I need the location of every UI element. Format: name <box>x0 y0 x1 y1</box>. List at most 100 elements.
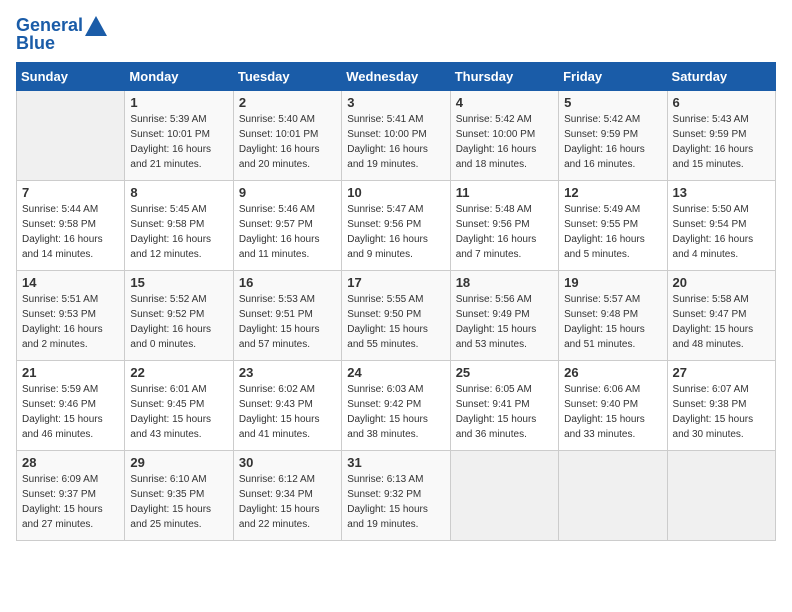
header-cell-saturday: Saturday <box>667 62 775 90</box>
day-number: 20 <box>673 275 770 290</box>
calendar-cell: 8Sunrise: 5:45 AM Sunset: 9:58 PM Daylig… <box>125 180 233 270</box>
week-row-0: 1 Sunrise: 5:39 AM Sunset: 10:01 PM Dayli… <box>17 90 776 180</box>
day-number: 1 <box>130 95 227 110</box>
day-number: 18 <box>456 275 553 290</box>
header-cell-thursday: Thursday <box>450 62 558 90</box>
day-info: Sunrise: 6:13 AM Sunset: 9:32 PM Dayligh… <box>347 472 444 532</box>
day-number: 23 <box>239 365 336 380</box>
day-number: 5 <box>564 95 661 110</box>
day-number: 10 <box>347 185 444 200</box>
day-number: 14 <box>22 275 119 290</box>
day-info: Sunrise: 6:12 AM Sunset: 9:34 PM Dayligh… <box>239 472 336 532</box>
day-number: 22 <box>130 365 227 380</box>
day-info: Sunrise: 5:56 AM Sunset: 9:49 PM Dayligh… <box>456 292 553 352</box>
calendar-cell: 12Sunrise: 5:49 AM Sunset: 9:55 PM Dayli… <box>559 180 667 270</box>
day-info: Sunrise: 5:47 AM Sunset: 9:56 PM Dayligh… <box>347 202 444 262</box>
calendar-cell: 13 Sunrise: 5:50 AM Sunset: 9:54 PM Dayli… <box>667 180 775 270</box>
day-number: 6 <box>673 95 770 110</box>
calendar-cell: 27 Sunrise: 6:07 AM Sunset: 9:38 PM Dayli… <box>667 360 775 450</box>
week-row-3: 21 Sunrise: 5:59 AM Sunset: 9:46 PM Dayli… <box>17 360 776 450</box>
day-info: Sunrise: 5:40 AM Sunset: 10:01 PM Daylig… <box>239 112 336 172</box>
day-info: Sunrise: 5:49 AM Sunset: 9:55 PM Dayligh… <box>564 202 661 262</box>
calendar-cell: 20 Sunrise: 5:58 AM Sunset: 9:47 PM Dayli… <box>667 270 775 360</box>
calendar-cell: 15 Sunrise: 5:52 AM Sunset: 9:52 PM Dayli… <box>125 270 233 360</box>
calendar-cell <box>559 450 667 540</box>
day-number: 15 <box>130 275 227 290</box>
calendar-cell: 14 Sunrise: 5:51 AM Sunset: 9:53 PM Dayli… <box>17 270 125 360</box>
calendar-cell: 29 Sunrise: 6:10 AM Sunset: 9:35 PM Dayli… <box>125 450 233 540</box>
day-info: Sunrise: 5:48 AM Sunset: 9:56 PM Dayligh… <box>456 202 553 262</box>
week-row-4: 28 Sunrise: 6:09 AM Sunset: 9:37 PM Dayli… <box>17 450 776 540</box>
week-row-1: 7 Sunrise: 5:44 AM Sunset: 9:58 PM Daylig… <box>17 180 776 270</box>
day-info: Sunrise: 5:44 AM Sunset: 9:58 PM Dayligh… <box>22 202 119 262</box>
calendar-cell: 19 Sunrise: 5:57 AM Sunset: 9:48 PM Dayli… <box>559 270 667 360</box>
day-info: Sunrise: 5:59 AM Sunset: 9:46 PM Dayligh… <box>22 382 119 442</box>
day-info: Sunrise: 5:51 AM Sunset: 9:53 PM Dayligh… <box>22 292 119 352</box>
day-number: 28 <box>22 455 119 470</box>
calendar-cell: 16 Sunrise: 5:53 AM Sunset: 9:51 PM Dayli… <box>233 270 341 360</box>
day-number: 27 <box>673 365 770 380</box>
calendar-cell: 17Sunrise: 5:55 AM Sunset: 9:50 PM Dayli… <box>342 270 450 360</box>
day-info: Sunrise: 5:41 AM Sunset: 10:00 PM Daylig… <box>347 112 444 172</box>
calendar-table: SundayMondayTuesdayWednesdayThursdayFrid… <box>16 62 776 541</box>
day-info: Sunrise: 6:10 AM Sunset: 9:35 PM Dayligh… <box>130 472 227 532</box>
calendar-cell: 7 Sunrise: 5:44 AM Sunset: 9:58 PM Daylig… <box>17 180 125 270</box>
day-number: 8 <box>130 185 227 200</box>
day-number: 7 <box>22 185 119 200</box>
day-info: Sunrise: 6:09 AM Sunset: 9:37 PM Dayligh… <box>22 472 119 532</box>
day-number: 9 <box>239 185 336 200</box>
calendar-cell: 22Sunrise: 6:01 AM Sunset: 9:45 PM Dayli… <box>125 360 233 450</box>
calendar-cell: 24Sunrise: 6:03 AM Sunset: 9:42 PM Dayli… <box>342 360 450 450</box>
day-info: Sunrise: 5:39 AM Sunset: 10:01 PM Daylig… <box>130 112 227 172</box>
calendar-cell: 6 Sunrise: 5:43 AM Sunset: 9:59 PM Daylig… <box>667 90 775 180</box>
day-number: 2 <box>239 95 336 110</box>
calendar-cell: 10 Sunrise: 5:47 AM Sunset: 9:56 PM Dayli… <box>342 180 450 270</box>
calendar-cell: 5 Sunrise: 5:42 AM Sunset: 9:59 PM Daylig… <box>559 90 667 180</box>
calendar-body: 1 Sunrise: 5:39 AM Sunset: 10:01 PM Dayli… <box>17 90 776 540</box>
page: General Blue SundayMondayTuesdayWednesda… <box>0 0 792 612</box>
calendar-cell: 9 Sunrise: 5:46 AM Sunset: 9:57 PM Daylig… <box>233 180 341 270</box>
day-info: Sunrise: 6:07 AM Sunset: 9:38 PM Dayligh… <box>673 382 770 442</box>
day-number: 13 <box>673 185 770 200</box>
calendar-cell: 11 Sunrise: 5:48 AM Sunset: 9:56 PM Dayli… <box>450 180 558 270</box>
header-cell-wednesday: Wednesday <box>342 62 450 90</box>
calendar-cell: 21 Sunrise: 5:59 AM Sunset: 9:46 PM Dayli… <box>17 360 125 450</box>
day-info: Sunrise: 6:05 AM Sunset: 9:41 PM Dayligh… <box>456 382 553 442</box>
day-number: 25 <box>456 365 553 380</box>
day-info: Sunrise: 5:52 AM Sunset: 9:52 PM Dayligh… <box>130 292 227 352</box>
day-number: 26 <box>564 365 661 380</box>
day-info: Sunrise: 5:46 AM Sunset: 9:57 PM Dayligh… <box>239 202 336 262</box>
day-info: Sunrise: 5:43 AM Sunset: 9:59 PM Dayligh… <box>673 112 770 172</box>
calendar-cell: 3 Sunrise: 5:41 AM Sunset: 10:00 PM Dayli… <box>342 90 450 180</box>
day-number: 21 <box>22 365 119 380</box>
calendar-cell <box>667 450 775 540</box>
header: General Blue <box>16 10 776 54</box>
day-number: 11 <box>456 185 553 200</box>
day-number: 3 <box>347 95 444 110</box>
logo: General Blue <box>16 16 107 54</box>
header-cell-friday: Friday <box>559 62 667 90</box>
calendar-cell <box>450 450 558 540</box>
day-number: 16 <box>239 275 336 290</box>
day-number: 30 <box>239 455 336 470</box>
day-info: Sunrise: 5:50 AM Sunset: 9:54 PM Dayligh… <box>673 202 770 262</box>
calendar-cell: 4Sunrise: 5:42 AM Sunset: 10:00 PM Dayli… <box>450 90 558 180</box>
day-number: 29 <box>130 455 227 470</box>
day-info: Sunrise: 5:42 AM Sunset: 9:59 PM Dayligh… <box>564 112 661 172</box>
calendar-cell: 31 Sunrise: 6:13 AM Sunset: 9:32 PM Dayli… <box>342 450 450 540</box>
day-number: 19 <box>564 275 661 290</box>
day-info: Sunrise: 5:42 AM Sunset: 10:00 PM Daylig… <box>456 112 553 172</box>
calendar-cell: 2 Sunrise: 5:40 AM Sunset: 10:01 PM Dayli… <box>233 90 341 180</box>
day-info: Sunrise: 5:58 AM Sunset: 9:47 PM Dayligh… <box>673 292 770 352</box>
calendar-cell: 25 Sunrise: 6:05 AM Sunset: 9:41 PM Dayli… <box>450 360 558 450</box>
calendar-cell: 23 Sunrise: 6:02 AM Sunset: 9:43 PM Dayli… <box>233 360 341 450</box>
calendar-header: SundayMondayTuesdayWednesdayThursdayFrid… <box>17 62 776 90</box>
header-cell-monday: Monday <box>125 62 233 90</box>
week-row-2: 14 Sunrise: 5:51 AM Sunset: 9:53 PM Dayli… <box>17 270 776 360</box>
day-info: Sunrise: 5:53 AM Sunset: 9:51 PM Dayligh… <box>239 292 336 352</box>
day-number: 31 <box>347 455 444 470</box>
day-info: Sunrise: 6:03 AM Sunset: 9:42 PM Dayligh… <box>347 382 444 442</box>
day-info: Sunrise: 6:02 AM Sunset: 9:43 PM Dayligh… <box>239 382 336 442</box>
calendar-cell: 30 Sunrise: 6:12 AM Sunset: 9:34 PM Dayli… <box>233 450 341 540</box>
day-info: Sunrise: 5:57 AM Sunset: 9:48 PM Dayligh… <box>564 292 661 352</box>
